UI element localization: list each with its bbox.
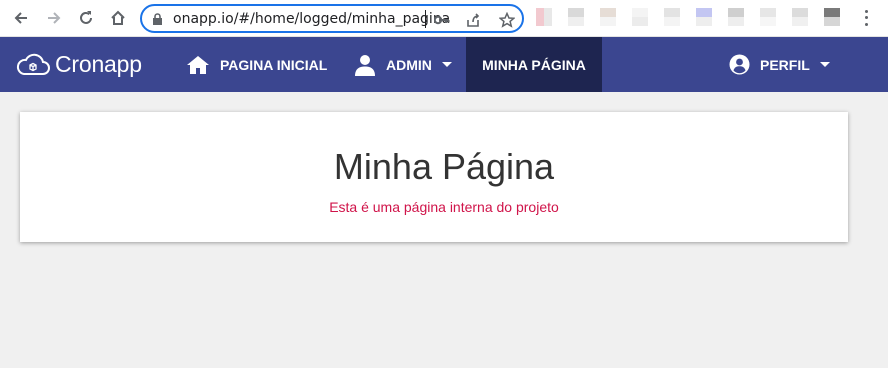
page-title: Minha Página: [333, 146, 555, 187]
url-path: /#/home/logged/minha_pagina: [233, 11, 451, 27]
account-circle-icon: [729, 54, 750, 75]
user-icon: [354, 54, 376, 76]
star-icon[interactable]: [498, 11, 516, 29]
menu-dots-icon[interactable]: [858, 8, 874, 28]
home-icon: [186, 55, 210, 75]
brand-logo[interactable]: Cronapp: [16, 51, 142, 78]
nav-item-label: PAGINA INICIAL: [220, 56, 328, 73]
extension-icon[interactable]: [664, 8, 680, 26]
key-icon[interactable]: [433, 11, 451, 29]
profile-menu[interactable]: PERFIL: [729, 37, 830, 92]
extension-icon[interactable]: [632, 8, 648, 26]
url-text[interactable]: onapp.io/#/home/logged/minha_pagina: [173, 11, 450, 27]
page-subtitle: Esta é uma página interna do projeto: [329, 199, 559, 215]
extension-icon[interactable]: [600, 8, 616, 26]
chevron-down-icon: [819, 62, 830, 67]
nav-item-pagina-inicial[interactable]: PAGINA INICIAL: [186, 37, 327, 92]
app-navbar: Cronapp PAGINA INICIAL ADMIN MINHA PÁGIN…: [0, 37, 888, 92]
extension-icon[interactable]: [760, 8, 776, 26]
nav-item-admin[interactable]: ADMIN: [354, 37, 452, 92]
cloud-icon: [16, 53, 50, 75]
extension-icon[interactable]: [696, 8, 712, 26]
chevron-down-icon: [441, 62, 452, 67]
home-icon[interactable]: [106, 6, 130, 30]
extension-icon[interactable]: [536, 8, 552, 26]
address-bar[interactable]: onapp.io/#/home/logged/minha_pagina: [140, 4, 524, 33]
text-cursor: [425, 10, 426, 28]
url-host: onapp.io: [173, 11, 234, 27]
brand-name: Cronapp: [55, 51, 142, 77]
nav-item-label: ADMIN: [386, 56, 432, 73]
browser-toolbar: onapp.io/#/home/logged/minha_pagina: [0, 0, 888, 37]
back-arrow-icon[interactable]: [9, 6, 33, 30]
forward-arrow-icon[interactable]: [42, 6, 66, 30]
profile-avatar-icon[interactable]: [824, 8, 840, 26]
reload-icon[interactable]: [74, 6, 98, 30]
nav-item-minha-pagina[interactable]: MINHA PÁGINA: [466, 37, 602, 92]
extension-icon[interactable]: [792, 8, 808, 26]
extension-icon[interactable]: [568, 8, 584, 26]
nav-item-label: MINHA PÁGINA: [482, 56, 586, 73]
extension-icon[interactable]: [728, 8, 744, 26]
share-icon[interactable]: [464, 11, 482, 29]
lock-icon[interactable]: [152, 13, 163, 31]
profile-label: PERFIL: [760, 56, 810, 73]
